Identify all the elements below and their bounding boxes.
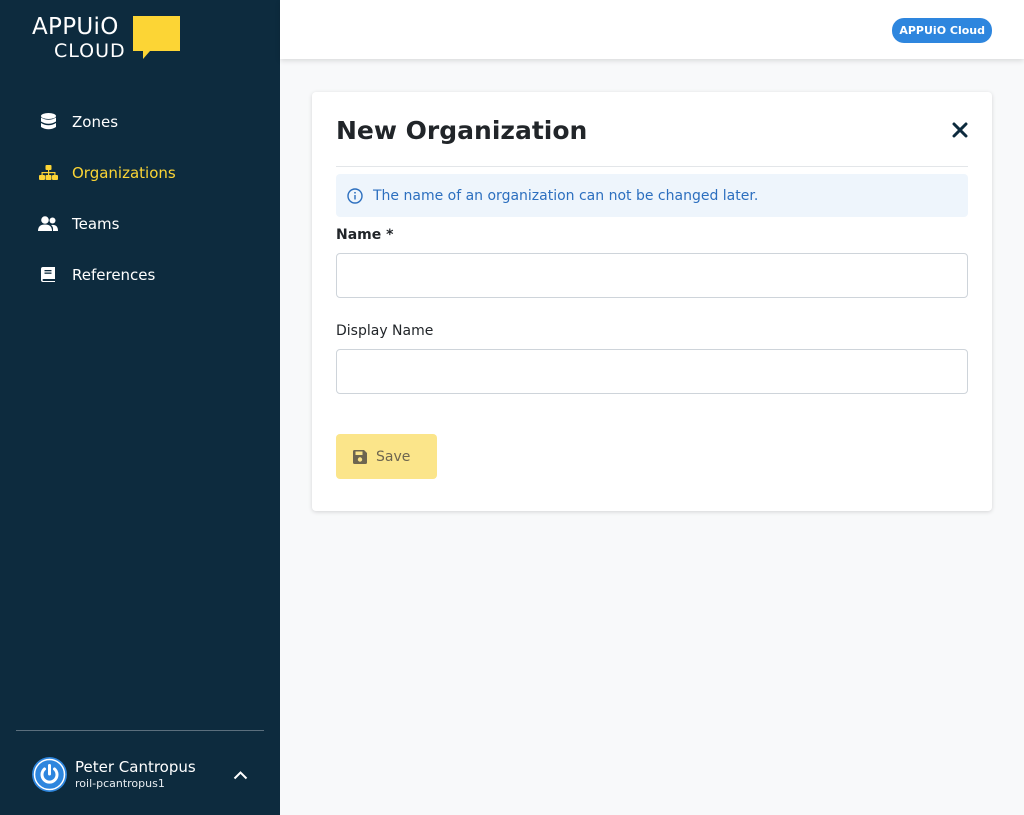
topbar: APPUiO Cloud [280,0,1024,59]
title-divider [336,166,968,167]
close-icon[interactable] [949,119,971,141]
info-circle-icon [347,187,365,205]
info-text: The name of an organization can not be c… [373,187,759,204]
user-menu[interactable]: Peter Cantropus roil-pcantropus1 [32,757,264,793]
database-icon [38,112,58,132]
sidebar-item-label: References [72,265,156,284]
sidebar-nav: Zones Organizations Teams References [0,96,280,300]
sidebar-item-label: Zones [72,112,119,131]
sidebar: APPUiO CLOUD Zones Organizations Teams R… [0,0,280,815]
name-label: Name * [336,227,394,243]
user-name: Peter Cantropus [75,758,196,776]
floppy-disk-icon [353,449,367,464]
user-login: roil-pcantropus1 [75,777,165,790]
display-name-input[interactable] [336,349,968,394]
logo-text-bottom: CLOUD [54,40,126,62]
new-organization-card: New Organization The name of an organiza… [312,92,992,511]
chevron-up-icon[interactable] [230,765,250,785]
save-button[interactable]: Save [336,434,437,479]
display-name-label: Display Name [336,323,434,339]
sitemap-icon [38,163,58,183]
sidebar-item-organizations[interactable]: Organizations [0,147,280,198]
logo-text-top: APPUiO [32,14,119,40]
sidebar-item-zones[interactable]: Zones [0,96,280,147]
appuio-cloud-logo[interactable]: APPUiO CLOUD [32,14,182,64]
speech-bubble-icon [133,16,180,59]
users-icon [38,214,58,234]
name-input[interactable] [336,253,968,298]
sidebar-item-label: Organizations [72,163,176,182]
sidebar-item-teams[interactable]: Teams [0,198,280,249]
environment-badge: APPUiO Cloud [892,18,992,43]
sidebar-item-label: Teams [72,214,120,233]
page-title: New Organization [336,116,588,145]
avatar [32,757,67,792]
book-icon [38,265,58,285]
save-label: Save [376,448,411,465]
sidebar-item-references[interactable]: References [0,249,280,300]
sidebar-divider [16,730,264,731]
info-alert: The name of an organization can not be c… [336,174,968,217]
